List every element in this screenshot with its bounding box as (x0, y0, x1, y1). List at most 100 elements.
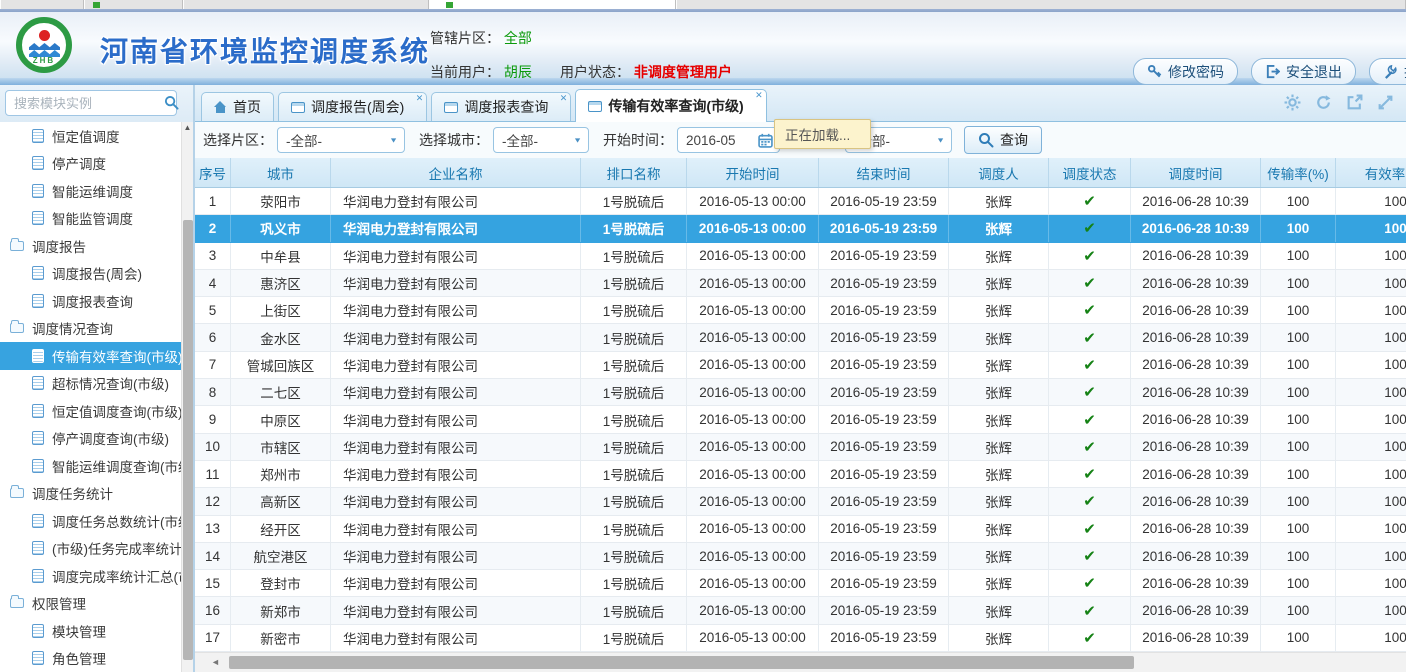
sidebar-item-label: 调度报表查询 (52, 291, 133, 311)
check-icon: ✔ (1083, 492, 1096, 510)
browser-tab[interactable] (0, 0, 84, 9)
sidebar-item[interactable]: 调度报告 (0, 232, 193, 260)
table-row[interactable]: 12高新区华润电力登封有限公司1号脱硫后2016-05-13 00:002016… (195, 488, 1406, 515)
table-row[interactable]: 7管城回族区华润电力登封有限公司1号脱硫后2016-05-13 00:00201… (195, 352, 1406, 379)
sidebar-item[interactable]: 智能运维调度 (0, 177, 193, 205)
table-cell: 100 (1336, 352, 1406, 378)
sidebar-search-area (0, 85, 193, 122)
sidebar-item-label: 调度报告 (32, 236, 86, 256)
table-row[interactable]: 2巩义市华润电力登封有限公司1号脱硫后2016-05-13 00:002016-… (195, 215, 1406, 242)
browser-tab[interactable] (84, 0, 183, 9)
sidebar-item[interactable]: 调度任务总数统计(市级 (0, 507, 193, 535)
scroll-up-arrow[interactable]: ▲ (182, 122, 193, 134)
column-header[interactable]: 调度状态 (1049, 158, 1131, 187)
table-row[interactable]: 4惠济区华润电力登封有限公司1号脱硫后2016-05-13 00:002016-… (195, 270, 1406, 297)
column-header[interactable]: 传输率(%) (1261, 158, 1336, 187)
sidebar-item[interactable]: 恒定值调度 (0, 122, 193, 150)
sidebar-item[interactable]: 传输有效率查询(市级) (0, 342, 193, 370)
data-table: 序号城市企业名称排口名称开始时间结束时间调度人调度状态调度时间传输率(%)有效率… (195, 158, 1406, 652)
table-cell: 2016-05-13 00:00 (687, 379, 819, 405)
close-icon[interactable]: ✕ (560, 93, 568, 104)
table-row[interactable]: 6金水区华润电力登封有限公司1号脱硫后2016-05-13 00:002016-… (195, 324, 1406, 351)
area-select[interactable]: -全部- ▼ (277, 127, 405, 153)
table-cell: 1号脱硫后 (581, 324, 687, 350)
column-header[interactable]: 排口名称 (581, 158, 687, 187)
column-header[interactable]: 序号 (195, 158, 231, 187)
sidebar-item[interactable]: 智能运维调度查询(市级 (0, 452, 193, 480)
table-cell: 4 (195, 270, 231, 296)
sidebar-item[interactable]: (市级)任务完成率统计 (0, 535, 193, 563)
close-icon[interactable]: ✕ (755, 90, 763, 101)
sidebar-item[interactable]: 智能监管调度 (0, 205, 193, 233)
table-cell: 张辉 (949, 188, 1049, 214)
sidebar-item[interactable]: 调度报表查询 (0, 287, 193, 315)
table-row[interactable]: 16新郑市华润电力登封有限公司1号脱硫后2016-05-13 00:002016… (195, 597, 1406, 624)
browser-tab[interactable] (676, 0, 1406, 9)
table-cell: 1号脱硫后 (581, 543, 687, 569)
refresh-icon[interactable] (1315, 94, 1332, 111)
calendar-icon[interactable] (758, 133, 773, 148)
table-row[interactable]: 5上街区华润电力登封有限公司1号脱硫后2016-05-13 00:002016-… (195, 297, 1406, 324)
sidebar-item[interactable]: 调度完成率统计汇总(市 (0, 562, 193, 590)
change-password-button[interactable]: 修改密码 (1133, 58, 1238, 85)
open-new-window-icon[interactable] (1346, 94, 1363, 111)
table-row[interactable]: 9中原区华润电力登封有限公司1号脱硫后2016-05-13 00:002016-… (195, 406, 1406, 433)
table-cell: 2016-05-13 00:00 (687, 352, 819, 378)
column-header[interactable]: 开始时间 (687, 158, 819, 187)
table-cell: 2016-05-13 00:00 (687, 625, 819, 651)
browser-tab-active[interactable] (429, 0, 676, 9)
folder-icon (10, 598, 24, 608)
sidebar-item[interactable]: 调度报告(周会) (0, 260, 193, 288)
table-cell: 张辉 (949, 543, 1049, 569)
horizontal-scroll-thumb[interactable] (229, 656, 1134, 669)
sidebar-item[interactable]: 停产调度 (0, 150, 193, 178)
document-icon (32, 266, 44, 280)
city-select[interactable]: -全部- ▼ (493, 127, 589, 153)
tab-调度报表查询[interactable]: 调度报表查询✕ (431, 92, 571, 121)
table-row[interactable]: 14航空港区华润电力登封有限公司1号脱硫后2016-05-13 00:00201… (195, 543, 1406, 570)
browser-tab[interactable] (183, 0, 429, 9)
tech-support-button[interactable]: 技术支持 (1369, 58, 1406, 85)
sidebar-item[interactable]: 停产调度查询(市级) (0, 425, 193, 453)
column-header[interactable]: 企业名称 (331, 158, 581, 187)
start-time-input[interactable]: 2016-05 (677, 127, 780, 153)
logout-button[interactable]: 安全退出 (1251, 58, 1356, 85)
expand-icon[interactable] (1377, 94, 1394, 111)
table-row[interactable]: 15登封市华润电力登封有限公司1号脱硫后2016-05-13 00:002016… (195, 570, 1406, 597)
sidebar-item-label: 调度完成率统计汇总(市 (52, 566, 192, 586)
table-row[interactable]: 11郑州市华润电力登封有限公司1号脱硫后2016-05-13 00:002016… (195, 461, 1406, 488)
city-filter-label: 选择城市： (419, 130, 489, 150)
table-cell: 10 (195, 434, 231, 460)
sidebar-item[interactable]: 调度任务统计 (0, 480, 193, 508)
table-row[interactable]: 10市辖区华润电力登封有限公司1号脱硫后2016-05-13 00:002016… (195, 434, 1406, 461)
tab-传输有效率查询(市级)[interactable]: 传输有效率查询(市级)✕ (575, 89, 766, 122)
tab-调度报告(周会)[interactable]: 调度报告(周会)✕ (278, 92, 427, 121)
scroll-left-arrow[interactable]: ◄ (211, 657, 220, 667)
document-icon (32, 431, 44, 445)
close-icon[interactable]: ✕ (416, 93, 424, 104)
column-header[interactable]: 城市 (231, 158, 331, 187)
sidebar-scroll-thumb[interactable] (183, 220, 193, 660)
filter-toolbar: 选择片区： -全部- ▼ 选择城市： -全部- ▼ 开始时间： 2016-05 … (195, 122, 1406, 158)
gear-icon[interactable] (1284, 94, 1301, 111)
column-header[interactable]: 调度时间 (1131, 158, 1261, 187)
sidebar-item[interactable]: 调度情况查询 (0, 315, 193, 343)
tab-首页[interactable]: 首页 (201, 92, 274, 121)
table-row[interactable]: 17新密市华润电力登封有限公司1号脱硫后2016-05-13 00:002016… (195, 625, 1406, 652)
column-header[interactable]: 调度人 (949, 158, 1049, 187)
column-header[interactable]: 结束时间 (819, 158, 949, 187)
query-button[interactable]: 查询 (964, 126, 1042, 154)
sidebar-item[interactable]: 恒定值调度查询(市级) (0, 397, 193, 425)
table-row[interactable]: 13经开区华润电力登封有限公司1号脱硫后2016-05-13 00:002016… (195, 516, 1406, 543)
sidebar-item[interactable]: 模块管理 (0, 617, 193, 645)
sidebar-item[interactable]: 超标情况查询(市级) (0, 370, 193, 398)
table-cell: 2016-05-19 23:59 (819, 379, 949, 405)
sidebar-item[interactable]: 权限管理 (0, 590, 193, 618)
module-search-input[interactable] (5, 90, 177, 116)
sidebar-item[interactable]: 角色管理 (0, 645, 193, 672)
table-row[interactable]: 1荥阳市华润电力登封有限公司1号脱硫后2016-05-13 00:002016-… (195, 188, 1406, 215)
table-cell: 5 (195, 297, 231, 323)
column-header[interactable]: 有效率(%) (1336, 158, 1406, 187)
table-row[interactable]: 8二七区华润电力登封有限公司1号脱硫后2016-05-13 00:002016-… (195, 379, 1406, 406)
table-row[interactable]: 3中牟县华润电力登封有限公司1号脱硫后2016-05-13 00:002016-… (195, 243, 1406, 270)
